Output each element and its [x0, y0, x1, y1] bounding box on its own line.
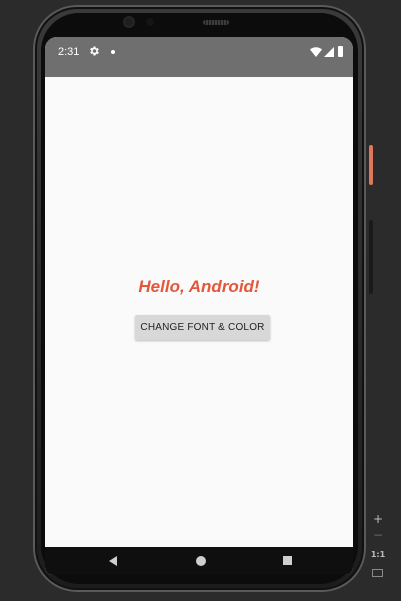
- signal-icon: [324, 47, 334, 57]
- front-camera-icon: [125, 18, 133, 26]
- proximity-sensor-icon: [146, 18, 154, 26]
- volume-button[interactable]: [369, 220, 373, 294]
- device-screen[interactable]: 2:31 Hello, Android! CHANGE FONT & COLOR: [45, 37, 353, 575]
- fit-screen-frame: [372, 569, 383, 577]
- zoom-out-icon[interactable]: −: [368, 528, 388, 542]
- zoom-in-icon[interactable]: +: [368, 512, 388, 526]
- recents-icon[interactable]: [283, 556, 292, 565]
- home-icon[interactable]: [196, 556, 206, 566]
- navigation-bar: [45, 547, 353, 575]
- fit-screen-icon[interactable]: [368, 566, 388, 580]
- app-content: Hello, Android! CHANGE FONT & COLOR: [45, 77, 353, 547]
- status-time: 2:31: [58, 46, 80, 58]
- battery-icon: [338, 46, 343, 57]
- change-font-color-button[interactable]: CHANGE FONT & COLOR: [135, 315, 270, 340]
- power-button[interactable]: [369, 145, 373, 185]
- gear-icon: [90, 46, 99, 56]
- emulator-zoom-controls: + − 1:1: [368, 510, 388, 585]
- status-bar[interactable]: 2:31: [45, 37, 353, 77]
- emulator-window: 2:31 Hello, Android! CHANGE FONT & COLOR: [0, 0, 401, 601]
- back-icon[interactable]: [109, 556, 117, 566]
- earpiece-speaker-icon: [203, 20, 229, 25]
- notification-dot-icon: [111, 50, 115, 54]
- wifi-icon: [310, 47, 322, 57]
- hello-text: Hello, Android!: [138, 277, 260, 296]
- actual-size-icon[interactable]: 1:1: [368, 548, 388, 562]
- device-frame: 2:31 Hello, Android! CHANGE FONT & COLOR: [33, 5, 366, 592]
